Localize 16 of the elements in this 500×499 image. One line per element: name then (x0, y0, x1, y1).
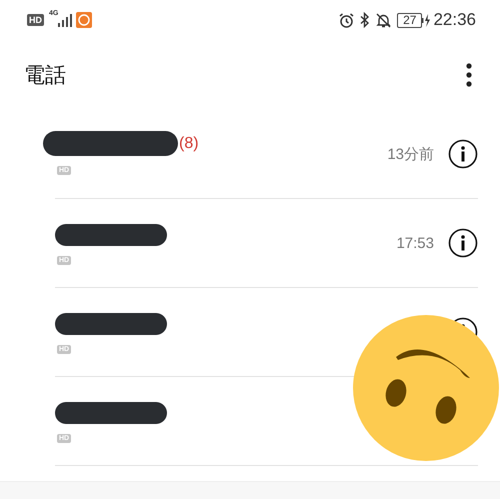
call-time: 17:53 (396, 234, 434, 252)
charging-icon (422, 14, 430, 26)
app-title: 電話 (24, 63, 67, 89)
signal-icon (58, 14, 72, 26)
hd-indicator: HD (27, 14, 44, 26)
bluetooth-icon (360, 12, 370, 28)
alarm-icon (339, 12, 354, 28)
muted-bell-icon (376, 12, 392, 28)
info-icon[interactable] (448, 139, 478, 169)
call-time: 13分前 (387, 144, 434, 164)
missed-count: (8) (179, 134, 199, 152)
more-options-icon[interactable] (466, 63, 472, 87)
clock-time: 22:36 (433, 10, 476, 30)
info-icon[interactable] (448, 228, 478, 258)
battery-level: 27 (397, 12, 422, 28)
app-notification-icon (76, 12, 92, 28)
